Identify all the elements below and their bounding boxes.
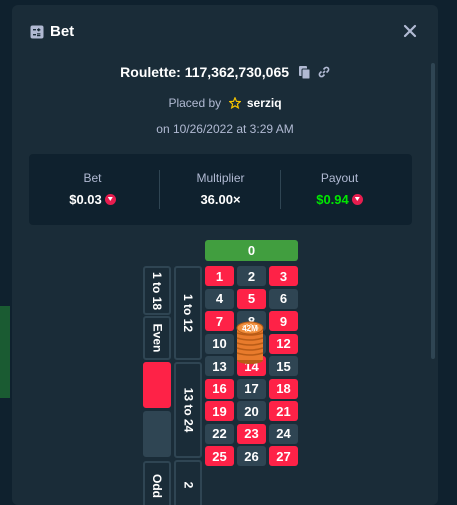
number-cell-21[interactable]: 21: [269, 401, 298, 421]
number-cell-13[interactable]: 13: [205, 356, 234, 376]
modal-header: Bet: [12, 5, 438, 57]
number-cell-1[interactable]: 1: [205, 266, 234, 286]
number-cell-17[interactable]: 17: [237, 378, 266, 399]
number-cell-24[interactable]: 24: [269, 423, 298, 444]
number-cell-15[interactable]: 15: [269, 356, 298, 376]
number-cell-16[interactable]: 16: [205, 378, 234, 399]
bet-label: Bet: [83, 171, 102, 185]
multiplier-label: Multiplier: [196, 171, 245, 185]
game-id-line: Roulette: 117,362,730,065: [12, 63, 438, 80]
number-cell-9[interactable]: 9: [269, 311, 298, 331]
copy-icon[interactable]: [298, 65, 310, 79]
number-cell-12[interactable]: 12: [269, 333, 298, 354]
close-icon[interactable]: [401, 22, 419, 40]
chip-stack-icon: [236, 321, 264, 364]
modal-title: Bet: [50, 23, 75, 40]
number-cell-2[interactable]: 2: [237, 266, 266, 286]
bet-low[interactable]: 1 to 18: [143, 266, 171, 315]
tron-icon: [351, 194, 363, 205]
bet-low-label: 1 to 18: [150, 271, 165, 310]
bet-even[interactable]: Even: [143, 316, 171, 360]
number-cell-18[interactable]: 18: [269, 378, 298, 399]
placed-by-line: Placed by serziq: [12, 96, 438, 110]
payout-label: Payout: [320, 171, 359, 185]
bet-even-label: Even: [150, 323, 164, 353]
placed-by-label: Placed by: [168, 96, 222, 110]
payout-value-row: $0.94: [276, 192, 403, 207]
link-icon[interactable]: [318, 66, 330, 78]
bet-date: on 10/26/2022 at 3:29 AM: [156, 122, 294, 136]
bet-value-row: $0.03: [29, 192, 156, 207]
stat-bet: Bet $0.03: [29, 154, 156, 225]
star-icon: [228, 97, 241, 109]
username-link[interactable]: serziq: [247, 96, 282, 110]
number-cell-19[interactable]: 19: [205, 401, 234, 421]
number-cell-5[interactable]: 5: [237, 288, 266, 309]
number-cell-26[interactable]: 26: [237, 446, 266, 466]
number-cell-10[interactable]: 10: [205, 333, 234, 354]
number-cell-4[interactable]: 4: [205, 288, 234, 309]
number-cell-20[interactable]: 20: [237, 401, 266, 421]
chip-label: 42M: [242, 324, 258, 333]
number-cell-22[interactable]: 22: [205, 423, 234, 444]
bet-red[interactable]: [143, 362, 171, 408]
payout-value: $0.94: [316, 192, 349, 207]
multiplier-value: 36.00×: [200, 192, 241, 207]
bet-value: $0.03: [69, 192, 102, 207]
stat-multiplier: Multiplier 36.00×: [157, 154, 284, 225]
bet-odd-label: Odd: [150, 474, 164, 498]
bet-dozen-2-label: 13 to 24: [181, 387, 196, 433]
tron-icon: [104, 194, 116, 205]
stat-payout: Payout $0.94: [276, 154, 403, 225]
bet-stats-panel: Bet $0.03 Multiplier 36.00× Payout $0.94: [29, 154, 412, 225]
number-cell-23[interactable]: 23: [237, 423, 266, 444]
background-panel-right: [440, 0, 457, 500]
number-cell-25[interactable]: 25: [205, 446, 234, 466]
number-cell-27[interactable]: 27: [269, 446, 298, 466]
bet-details-modal: Bet Roulette: 117,362,730,065 Placed by …: [12, 5, 438, 505]
number-cell-6[interactable]: 6: [269, 288, 298, 309]
bet-dozen-1-label: 1 to 12: [181, 293, 196, 333]
number-zero[interactable]: 0: [205, 240, 298, 261]
number-cell-7[interactable]: 7: [205, 311, 234, 331]
bet-dozen-1[interactable]: 1 to 12: [174, 266, 202, 360]
background-green-element: [0, 306, 10, 398]
number-cell-3[interactable]: 3: [269, 266, 298, 286]
bet-odd[interactable]: Odd: [143, 461, 171, 505]
bet-black[interactable]: [143, 411, 171, 457]
bet-dozen-2[interactable]: 13 to 24: [174, 362, 202, 458]
receipt-icon: [30, 25, 44, 39]
bet-dozen-3[interactable]: 2: [174, 460, 202, 505]
bet-dozen-3-label: 2: [181, 481, 195, 489]
game-id-text: Roulette: 117,362,730,065: [120, 64, 290, 81]
